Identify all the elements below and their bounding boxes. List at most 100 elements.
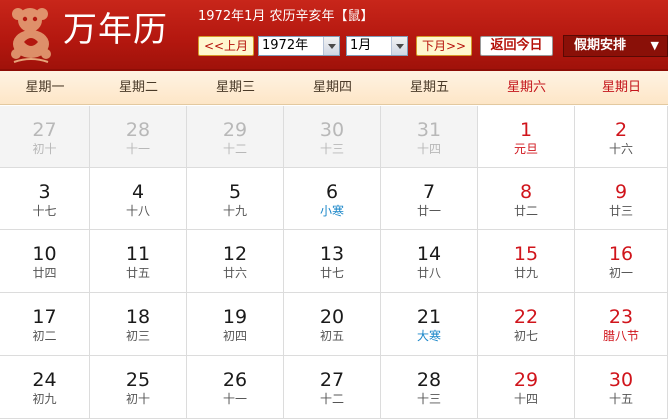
year-select[interactable]: 1972年 (258, 36, 340, 56)
lunar-date: 十八 (125, 204, 150, 218)
lunar-date: 初十 (32, 142, 57, 156)
calendar-day-cell[interactable]: 29 十二 (187, 106, 284, 168)
lunar-date: 初五 (319, 329, 344, 343)
lunar-date: 廿一 (416, 204, 441, 218)
lunar-date: 十四 (416, 142, 441, 156)
day-number: 11 (125, 243, 151, 265)
day-number: 6 (325, 181, 339, 203)
calendar-day-cell[interactable]: 9 廿三 (575, 168, 668, 230)
lunar-date: 廿三 (608, 204, 633, 218)
day-number: 30 (608, 369, 634, 391)
day-number: 12 (222, 243, 248, 265)
day-number: 4 (131, 181, 145, 203)
festival-label: 腊八节 (602, 329, 639, 343)
lunar-date: 初九 (32, 392, 57, 406)
day-number: 8 (519, 181, 533, 203)
chevron-down-icon[interactable] (323, 37, 339, 55)
day-number: 14 (416, 243, 442, 265)
lunar-date: 十一 (125, 142, 150, 156)
day-number: 10 (32, 243, 57, 265)
calendar-day-cell[interactable]: 17 初二 (0, 293, 90, 356)
day-number: 29 (513, 369, 539, 391)
back-to-today-button[interactable]: 返回今日 (480, 36, 553, 56)
calendar-day-cell[interactable]: 26 十一 (187, 356, 284, 419)
lunar-date: 十六 (608, 142, 633, 156)
lunar-date: 初七 (513, 329, 538, 343)
calendar-day-cell[interactable]: 15 廿九 (478, 230, 575, 293)
day-number: 24 (32, 369, 57, 391)
lunar-date: 十二 (319, 392, 344, 406)
lunar-date: 廿九 (513, 266, 538, 280)
month-select[interactable]: 1月 (346, 36, 408, 56)
lunar-date: 初一 (608, 266, 633, 280)
calendar-day-cell[interactable]: 31 十四 (381, 106, 478, 168)
calendar-day-cell[interactable]: 11 廿五 (90, 230, 187, 293)
rat-zodiac-logo-icon (11, 8, 51, 63)
calendar-day-cell[interactable]: 1 元旦 (478, 106, 575, 168)
weekday-label: 星期一 (25, 80, 65, 95)
calendar-day-cell[interactable]: 28 十一 (90, 106, 187, 168)
next-month-button[interactable]: 下月>> (416, 36, 472, 56)
calendar-day-cell[interactable]: 2 十六 (575, 106, 668, 168)
calendar-day-cell[interactable]: 27 十二 (284, 356, 381, 419)
day-number: 13 (319, 243, 345, 265)
month-select-value: 1月 (350, 38, 372, 53)
lunar-date: 十一 (222, 392, 247, 406)
lunar-date: 廿八 (416, 266, 441, 280)
calendar-day-cell[interactable]: 23 腊八节 (575, 293, 668, 356)
calendar-day-cell[interactable]: 13 廿七 (284, 230, 381, 293)
prev-month-button[interactable]: <<上月 (198, 36, 254, 56)
calendar-day-cell[interactable]: 20 初五 (284, 293, 381, 356)
calendar-day-cell[interactable]: 5 十九 (187, 168, 284, 230)
lunar-date: 十三 (319, 142, 344, 156)
calendar-day-cell[interactable]: 19 初四 (187, 293, 284, 356)
lunar-date: 十二 (222, 142, 247, 156)
weekday-label: 星期二 (118, 80, 158, 95)
calendar-day-cell[interactable]: 16 初一 (575, 230, 668, 293)
calendar-day-cell[interactable]: 14 廿八 (381, 230, 478, 293)
calendar-day-cell[interactable]: 28 十三 (381, 356, 478, 419)
calendar-day-cell[interactable]: 24 初九 (0, 356, 90, 419)
solar-term-label: 小寒 (319, 204, 344, 218)
festival-label: 元旦 (513, 142, 538, 156)
calendar-day-cell[interactable]: 30 十三 (284, 106, 381, 168)
lunar-date: 廿二 (513, 204, 538, 218)
day-number: 22 (513, 306, 539, 328)
calendar-day-cell[interactable]: 8 廿二 (478, 168, 575, 230)
chevron-down-icon: ▼ (650, 39, 659, 52)
calendar-day-cell[interactable]: 7 廿一 (381, 168, 478, 230)
day-number: 26 (222, 369, 248, 391)
day-number: 21 (416, 306, 442, 328)
solar-term-label: 大寒 (416, 329, 441, 343)
day-number: 27 (319, 369, 345, 391)
calendar-day-cell[interactable]: 10 廿四 (0, 230, 90, 293)
day-number: 20 (319, 306, 345, 328)
lunar-date: 廿六 (222, 266, 247, 280)
calendar-header: 万年历 1972年1月 农历辛亥年【鼠】 <<上月 1972年 1月 下月>> … (0, 0, 668, 71)
day-number: 19 (222, 306, 248, 328)
day-number: 17 (32, 306, 57, 328)
calendar-grid: 27 初十 28 十一 29 十二 30 十三 31 十四 1 元旦 2 十六 3 十七 4 十八 5 十九 6 小寒 7 廿… (0, 106, 668, 419)
lunar-date: 初三 (125, 329, 150, 343)
calendar-day-cell[interactable]: 4 十八 (90, 168, 187, 230)
lunar-date: 廿四 (32, 266, 57, 280)
calendar-day-cell[interactable]: 12 廿六 (187, 230, 284, 293)
day-number: 25 (125, 369, 151, 391)
lunar-date: 廿五 (125, 266, 150, 280)
calendar-day-cell[interactable]: 22 初七 (478, 293, 575, 356)
weekday-header-row: 星期一 星期二 星期三 星期四 星期五 星期六 星期日 (0, 71, 668, 105)
calendar-day-cell[interactable]: 25 初十 (90, 356, 187, 419)
day-number: 15 (513, 243, 539, 265)
calendar-day-cell[interactable]: 30 十五 (575, 356, 668, 419)
calendar-day-cell[interactable]: 21 大寒 (381, 293, 478, 356)
calendar-day-cell[interactable]: 6 小寒 (284, 168, 381, 230)
lunar-date: 初十 (125, 392, 150, 406)
calendar-day-cell[interactable]: 29 十四 (478, 356, 575, 419)
calendar-day-cell[interactable]: 18 初三 (90, 293, 187, 356)
day-number: 5 (228, 181, 242, 203)
chevron-down-icon[interactable] (391, 37, 407, 55)
calendar-day-cell[interactable]: 3 十七 (0, 168, 90, 230)
calendar-day-cell[interactable]: 27 初十 (0, 106, 90, 168)
holiday-schedule-dropdown[interactable]: 假期安排 ▼ (563, 35, 668, 57)
weekday-label: 星期三 (215, 80, 255, 95)
